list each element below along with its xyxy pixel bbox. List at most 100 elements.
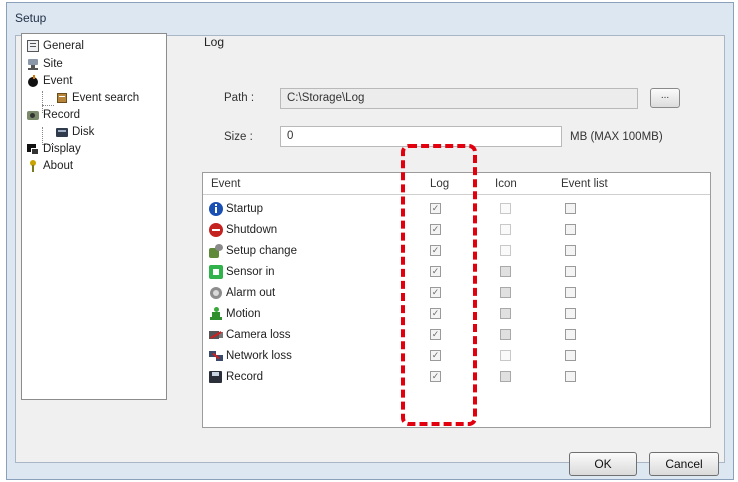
icon-checkbox[interactable] [500, 266, 511, 277]
table-row: Sensor in ✓ [203, 262, 710, 283]
icon-checkbox[interactable] [500, 329, 511, 340]
event-list-checkbox[interactable] [565, 224, 576, 235]
tree-item-general[interactable]: General [27, 37, 84, 54]
log-group-label: Log [204, 35, 225, 49]
tree-item-record[interactable]: Record [27, 106, 80, 123]
tree-item-disk[interactable]: Disk [56, 123, 94, 140]
event-label: Shutdown [226, 224, 278, 236]
general-icon [27, 39, 39, 52]
column-header-event-list: Event list [561, 178, 608, 190]
tree-item-site[interactable]: Site [27, 55, 63, 72]
tree-item-event-search[interactable]: Event search [56, 89, 139, 106]
event-list-checkbox[interactable] [565, 287, 576, 298]
event-label: Setup change [226, 245, 297, 257]
event-name: Setup change [209, 244, 297, 258]
event-list-checkbox[interactable] [565, 245, 576, 256]
event-label: Motion [226, 308, 261, 320]
table-row: Motion ✓ [203, 304, 710, 325]
path-label: Path : [224, 92, 255, 104]
event-table: Event Log Icon Event list Startup ✓ Shut… [202, 172, 711, 428]
table-row: Startup ✓ [203, 199, 710, 220]
log-checkbox[interactable]: ✓ [430, 245, 441, 256]
info-icon [209, 202, 223, 216]
tree-item-display[interactable]: Display [27, 140, 81, 157]
icon-checkbox[interactable] [500, 203, 511, 214]
event-name: Startup [209, 202, 263, 216]
event-name: Sensor in [209, 265, 275, 279]
alarm-icon [209, 286, 223, 300]
event-name: Motion [209, 307, 261, 321]
site-icon [27, 58, 39, 70]
window-title: Setup [15, 11, 47, 25]
size-unit-label: MB (MAX 100MB) [570, 131, 663, 143]
event-name: Shutdown [209, 223, 277, 237]
event-list-checkbox[interactable] [565, 371, 576, 382]
sensor-icon [209, 265, 223, 279]
icon-checkbox[interactable] [500, 371, 511, 382]
event-search-icon [56, 92, 68, 104]
event-label: Sensor in [226, 266, 275, 278]
log-checkbox[interactable]: ✓ [430, 350, 441, 361]
record-disk-icon [209, 370, 223, 384]
settings-tree: General Site Event Event search Record D… [21, 33, 167, 400]
tree-item-label: About [43, 159, 74, 172]
ok-button[interactable]: OK [569, 452, 637, 476]
size-label: Size : [224, 131, 253, 143]
event-label: Network loss [226, 350, 292, 362]
column-header-log: Log [430, 178, 450, 190]
tree-item-label: Event [43, 74, 73, 87]
about-icon [27, 159, 39, 172]
size-input[interactable]: 0 [280, 126, 562, 147]
event-name: Record [209, 370, 263, 384]
event-label: Startup [226, 203, 264, 215]
table-row: Camera loss ✓ [203, 325, 710, 346]
event-label: Record [226, 371, 264, 383]
log-checkbox[interactable]: ✓ [430, 287, 441, 298]
event-name: Alarm out [209, 286, 275, 300]
event-list-checkbox[interactable] [565, 350, 576, 361]
event-label: Camera loss [226, 329, 291, 341]
tree-item-event[interactable]: Event [27, 72, 72, 89]
browse-button[interactable]: ... [650, 88, 680, 108]
tree-item-label: Disk [72, 125, 95, 138]
event-table-header: Event Log Icon Event list [203, 173, 710, 195]
tree-item-label: General [43, 39, 84, 52]
event-name: Network loss [209, 349, 292, 363]
camera-loss-icon [209, 328, 223, 342]
log-checkbox[interactable]: ✓ [430, 308, 441, 319]
column-header-event: Event [211, 178, 241, 190]
network-loss-icon [209, 349, 223, 363]
tree-item-label: Display [43, 142, 81, 155]
event-list-checkbox[interactable] [565, 329, 576, 340]
tree-item-label: Record [43, 108, 81, 121]
log-checkbox[interactable]: ✓ [430, 329, 441, 340]
table-row: Setup change ✓ [203, 241, 710, 262]
log-checkbox[interactable]: ✓ [430, 224, 441, 235]
event-list-checkbox[interactable] [565, 266, 576, 277]
cancel-button[interactable]: Cancel [649, 452, 719, 476]
icon-checkbox[interactable] [500, 287, 511, 298]
icon-checkbox[interactable] [500, 245, 511, 256]
table-row: Alarm out ✓ [203, 283, 710, 304]
log-checkbox[interactable]: ✓ [430, 203, 441, 214]
table-row: Record ✓ [203, 367, 710, 388]
icon-checkbox[interactable] [500, 350, 511, 361]
table-row: Network loss ✓ [203, 346, 710, 367]
event-name: Camera loss [209, 328, 291, 342]
event-list-checkbox[interactable] [565, 308, 576, 319]
shutdown-icon [209, 223, 223, 237]
motion-icon [209, 307, 223, 321]
display-icon [27, 143, 39, 155]
path-field[interactable]: C:\Storage\Log [280, 88, 638, 109]
log-checkbox[interactable]: ✓ [430, 371, 441, 382]
log-checkbox[interactable]: ✓ [430, 266, 441, 277]
tree-item-label: Event search [72, 91, 140, 104]
icon-checkbox[interactable] [500, 224, 511, 235]
tree-item-label: Site [43, 57, 63, 70]
event-list-checkbox[interactable] [565, 203, 576, 214]
event-icon [27, 74, 39, 87]
tree-item-about[interactable]: About [27, 157, 73, 174]
icon-checkbox[interactable] [500, 308, 511, 319]
disk-icon [56, 126, 68, 138]
record-icon [27, 109, 39, 121]
